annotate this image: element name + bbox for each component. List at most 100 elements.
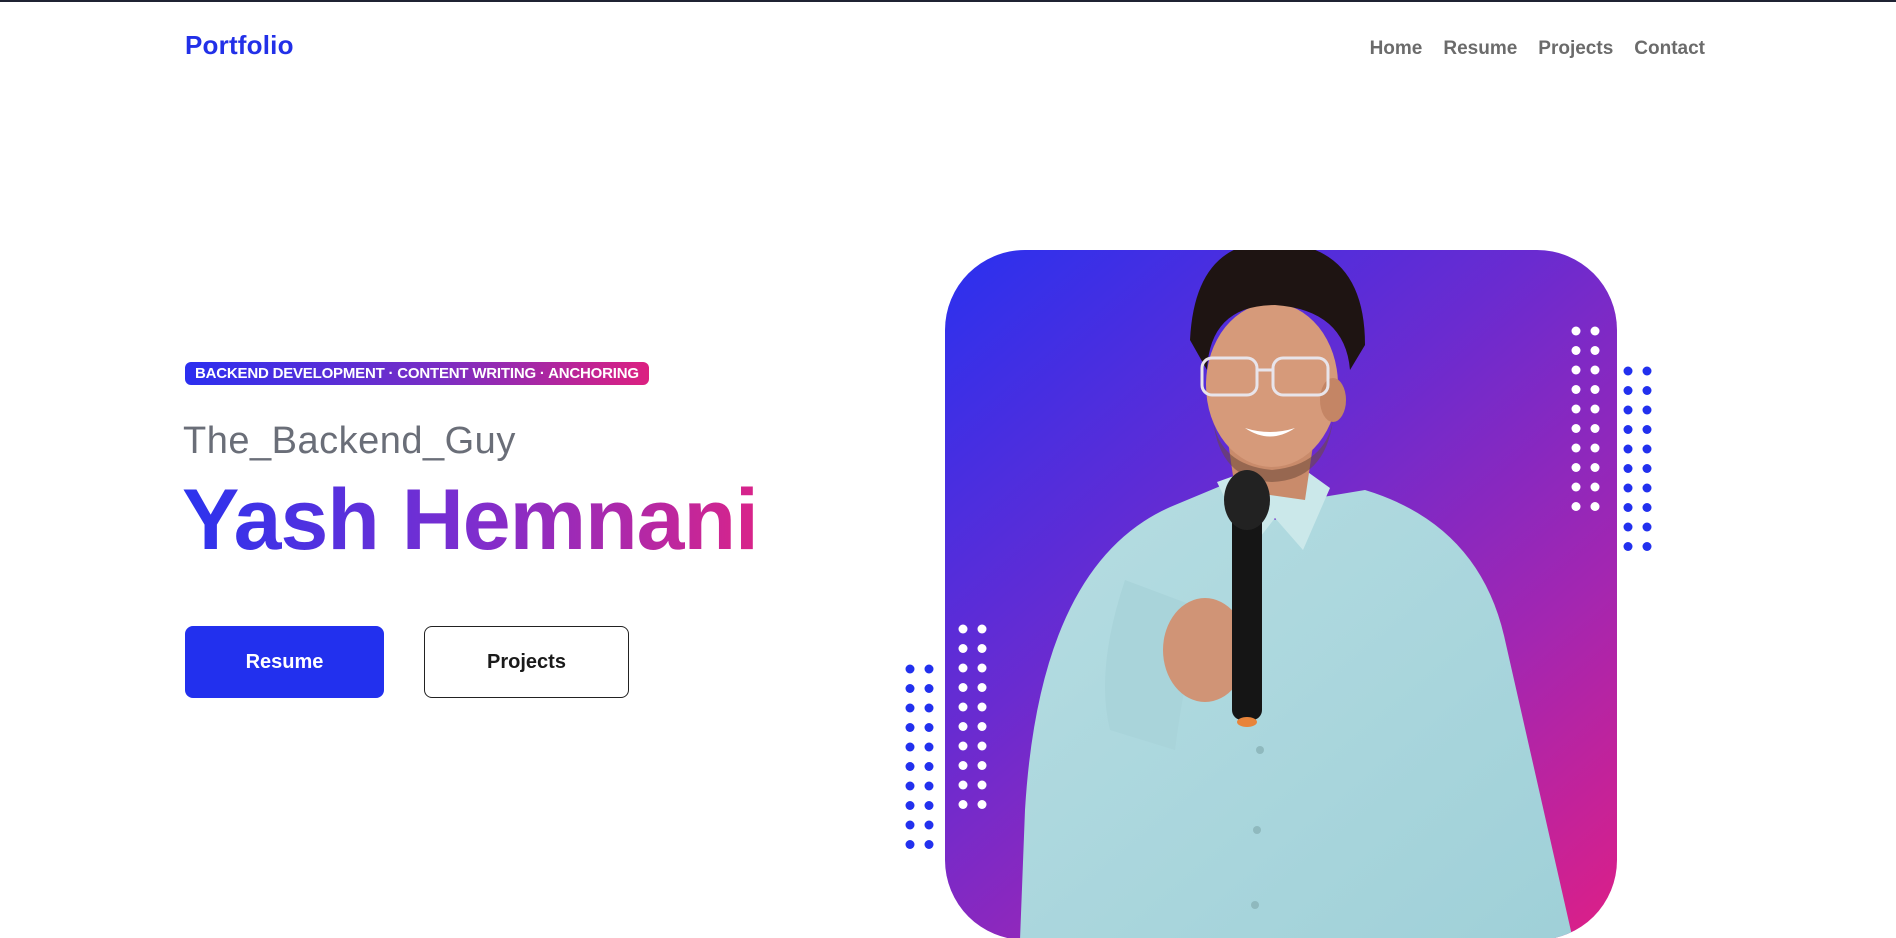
decorative-dot bbox=[1642, 444, 1652, 454]
decorative-dot bbox=[977, 663, 987, 673]
decorative-dot bbox=[958, 722, 968, 731]
dot-grid-blue-bottom-decoration bbox=[905, 664, 934, 849]
decorative-dot bbox=[977, 722, 987, 731]
decorative-dot bbox=[1642, 542, 1652, 551]
hero-name: Yash Hemnani bbox=[182, 472, 759, 568]
decorative-dot bbox=[924, 723, 934, 732]
decorative-dot bbox=[977, 702, 987, 712]
decorative-dot bbox=[1571, 326, 1581, 336]
decorative-dot bbox=[1571, 463, 1581, 472]
main-nav: Home Resume Projects Contact bbox=[1370, 38, 1705, 60]
decorative-dot bbox=[924, 684, 934, 693]
dot-grid-white-top-decoration bbox=[1571, 326, 1600, 511]
decorative-dot bbox=[958, 702, 968, 712]
decorative-dot bbox=[977, 761, 987, 770]
decorative-dot bbox=[977, 624, 987, 634]
decorative-dot bbox=[1642, 483, 1652, 493]
decorative-dot bbox=[905, 820, 915, 830]
decorative-dot bbox=[1623, 503, 1633, 512]
decorative-dot bbox=[977, 800, 987, 809]
decorative-dot bbox=[1590, 404, 1600, 414]
decorative-dot bbox=[924, 703, 934, 713]
decorative-dot bbox=[905, 762, 915, 771]
shirt-shape bbox=[1020, 480, 1573, 938]
decorative-dot bbox=[1590, 443, 1600, 453]
decorative-dot bbox=[1623, 542, 1633, 551]
decorative-dot bbox=[1571, 385, 1581, 394]
decorative-dot bbox=[905, 742, 915, 752]
decorative-dot bbox=[1623, 444, 1633, 454]
dot-grid-white-bottom-decoration bbox=[958, 624, 987, 809]
decorative-dot bbox=[1642, 464, 1652, 473]
decorative-dot bbox=[905, 703, 915, 713]
decorative-dot bbox=[1590, 502, 1600, 511]
decorative-dot bbox=[1623, 386, 1633, 395]
decorative-dot bbox=[958, 683, 968, 692]
decorative-dot bbox=[1623, 464, 1633, 473]
decorative-dot bbox=[1571, 365, 1581, 375]
decorative-dot bbox=[1590, 424, 1600, 433]
decorative-dot bbox=[924, 820, 934, 830]
nav-resume[interactable]: Resume bbox=[1443, 38, 1517, 60]
projects-button[interactable]: Projects bbox=[424, 626, 629, 698]
decorative-dot bbox=[977, 644, 987, 653]
decorative-dot bbox=[1623, 405, 1633, 415]
hero-handle: The_Backend_Guy bbox=[183, 420, 516, 462]
decorative-dot bbox=[1571, 424, 1581, 433]
microphone-head bbox=[1224, 470, 1270, 530]
decorative-dot bbox=[1571, 443, 1581, 453]
decorative-dot bbox=[1642, 386, 1652, 395]
decorative-dot bbox=[905, 684, 915, 693]
decorative-dot bbox=[1571, 404, 1581, 414]
skills-tagline-badge: BACKEND DEVELOPMENT · CONTENT WRITING · … bbox=[185, 362, 649, 385]
decorative-dot bbox=[1590, 463, 1600, 472]
decorative-dot bbox=[1623, 483, 1633, 493]
decorative-dot bbox=[924, 664, 934, 674]
decorative-dot bbox=[977, 683, 987, 692]
decorative-dot bbox=[1642, 405, 1652, 415]
microphone-tip-light bbox=[1237, 717, 1257, 727]
dot-grid-blue-top-decoration bbox=[1623, 366, 1652, 551]
decorative-dot bbox=[1623, 522, 1633, 532]
decorative-dot bbox=[1642, 503, 1652, 512]
decorative-dot bbox=[958, 644, 968, 653]
shirt-button bbox=[1253, 826, 1261, 834]
decorative-dot bbox=[924, 801, 934, 810]
nav-projects[interactable]: Projects bbox=[1538, 38, 1613, 60]
decorative-dot bbox=[905, 840, 915, 849]
decorative-dot bbox=[924, 781, 934, 791]
decorative-dot bbox=[924, 742, 934, 752]
decorative-dot bbox=[1590, 346, 1600, 355]
decorative-dot bbox=[958, 780, 968, 790]
decorative-dot bbox=[905, 664, 915, 674]
decorative-dot bbox=[1571, 346, 1581, 355]
decorative-dot bbox=[1590, 365, 1600, 375]
portfolio-page: Portfolio Home Resume Projects Contact B… bbox=[0, 0, 1896, 938]
decorative-dot bbox=[977, 780, 987, 790]
decorative-dot bbox=[1642, 522, 1652, 532]
nav-contact[interactable]: Contact bbox=[1634, 38, 1705, 60]
decorative-dot bbox=[958, 741, 968, 751]
decorative-dot bbox=[905, 723, 915, 732]
shirt-button bbox=[1256, 746, 1264, 754]
decorative-dot bbox=[1571, 502, 1581, 511]
decorative-dot bbox=[1642, 366, 1652, 376]
ear-shape bbox=[1320, 378, 1346, 422]
shirt-button bbox=[1251, 901, 1259, 909]
decorative-dot bbox=[1590, 482, 1600, 492]
decorative-dot bbox=[958, 761, 968, 770]
nav-home[interactable]: Home bbox=[1370, 38, 1423, 60]
decorative-dot bbox=[924, 762, 934, 771]
decorative-dot bbox=[1571, 482, 1581, 492]
resume-button[interactable]: Resume bbox=[185, 626, 384, 698]
decorative-dot bbox=[1623, 425, 1633, 434]
decorative-dot bbox=[905, 801, 915, 810]
decorative-dot bbox=[977, 741, 987, 751]
speaker-portrait-image bbox=[1020, 250, 1573, 938]
brand-logo-link[interactable]: Portfolio bbox=[185, 30, 294, 61]
decorative-dot bbox=[958, 663, 968, 673]
decorative-dot bbox=[1623, 366, 1633, 376]
decorative-dot bbox=[1642, 425, 1652, 434]
decorative-dot bbox=[1590, 326, 1600, 336]
hero-photo-card bbox=[945, 250, 1617, 938]
